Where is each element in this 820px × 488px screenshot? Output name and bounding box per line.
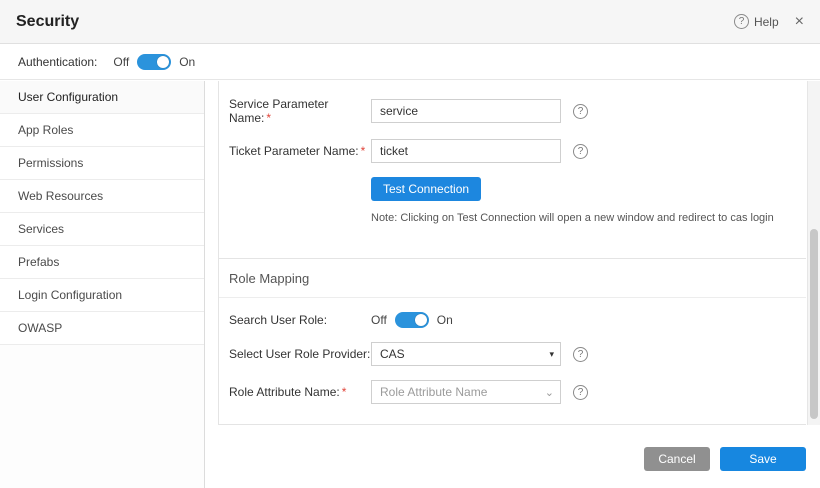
sidebar-item-services[interactable]: Services: [0, 213, 204, 246]
toggle-knob: [415, 314, 427, 326]
help-icon: ?: [734, 14, 749, 29]
save-button[interactable]: Save: [720, 447, 806, 471]
body: User Configuration App Roles Permissions…: [0, 81, 820, 488]
scrollbar-thumb[interactable]: [810, 229, 818, 419]
role-attribute-label: Role Attribute Name:*: [229, 385, 371, 399]
form-panel: Service Parameter Name:* ? Ticket Parame…: [218, 81, 806, 425]
required-asterisk: *: [342, 385, 347, 399]
content-area: Service Parameter Name:* ? Ticket Parame…: [205, 81, 820, 488]
help-label: Help: [754, 15, 779, 29]
role-mapping-section: Role Mapping Search User Role: Off On Se…: [219, 258, 806, 404]
help-button[interactable]: ? Help: [734, 14, 779, 29]
authentication-off-label: Off: [113, 55, 129, 69]
role-attribute-help-icon[interactable]: ?: [573, 385, 588, 400]
user-role-provider-row: Select User Role Provider: CAS ▾ ?: [229, 342, 806, 366]
test-connection-button[interactable]: Test Connection: [371, 177, 481, 201]
header-actions: ? Help ×: [734, 14, 804, 30]
footer-actions: Cancel Save: [644, 447, 806, 471]
authentication-toggle[interactable]: [137, 54, 171, 70]
required-asterisk: *: [266, 111, 271, 125]
page-title: Security: [16, 13, 79, 31]
ticket-parameter-input[interactable]: [371, 139, 561, 163]
sidebar-item-owasp[interactable]: OWASP: [0, 312, 204, 345]
sidebar-item-login-configuration[interactable]: Login Configuration: [0, 279, 204, 312]
required-asterisk: *: [361, 144, 366, 158]
sidebar-item-web-resources[interactable]: Web Resources: [0, 180, 204, 213]
service-parameter-input[interactable]: [371, 99, 561, 123]
sidebar-item-prefabs[interactable]: Prefabs: [0, 246, 204, 279]
search-user-role-label: Search User Role:: [229, 313, 371, 327]
authentication-label: Authentication:: [18, 55, 97, 69]
role-attribute-row: Role Attribute Name:* Role Attribute Nam…: [229, 380, 806, 404]
dropdown-chevron-icon: ⌄: [545, 386, 554, 399]
user-role-provider-help-icon[interactable]: ?: [573, 347, 588, 362]
sidebar-item-app-roles[interactable]: App Roles: [0, 114, 204, 147]
header: Security ? Help ×: [0, 0, 820, 44]
role-mapping-title: Role Mapping: [219, 259, 806, 298]
close-icon[interactable]: ×: [795, 14, 804, 30]
service-parameter-help-icon[interactable]: ?: [573, 104, 588, 119]
service-parameter-label: Service Parameter Name:*: [229, 97, 371, 125]
vertical-scrollbar[interactable]: [807, 81, 820, 425]
search-user-role-toggle[interactable]: [395, 312, 429, 328]
sidebar-item-user-configuration[interactable]: User Configuration: [0, 81, 204, 114]
ticket-parameter-label: Ticket Parameter Name:*: [229, 144, 371, 158]
ticket-parameter-row: Ticket Parameter Name:* ?: [229, 139, 806, 163]
ticket-parameter-help-icon[interactable]: ?: [573, 144, 588, 159]
sidebar-item-permissions[interactable]: Permissions: [0, 147, 204, 180]
user-role-provider-select[interactable]: CAS ▾: [371, 342, 561, 366]
dropdown-arrow-icon: ▾: [549, 349, 554, 360]
service-parameter-row: Service Parameter Name:* ?: [229, 97, 806, 125]
authentication-bar: Authentication: Off On: [0, 44, 820, 80]
role-attribute-select[interactable]: Role Attribute Name ⌄: [371, 380, 561, 404]
user-role-provider-label: Select User Role Provider:: [229, 347, 371, 361]
test-connection-note: Note: Clicking on Test Connection will o…: [371, 212, 806, 224]
search-user-role-off-label: Off: [371, 313, 387, 327]
search-user-role-on-label: On: [437, 313, 453, 327]
authentication-on-label: On: [179, 55, 195, 69]
toggle-knob: [157, 56, 169, 68]
search-user-role-row: Search User Role: Off On: [229, 312, 806, 328]
sidebar: User Configuration App Roles Permissions…: [0, 81, 205, 488]
security-page: Security ? Help × Authentication: Off On…: [0, 0, 820, 488]
cancel-button[interactable]: Cancel: [644, 447, 710, 471]
